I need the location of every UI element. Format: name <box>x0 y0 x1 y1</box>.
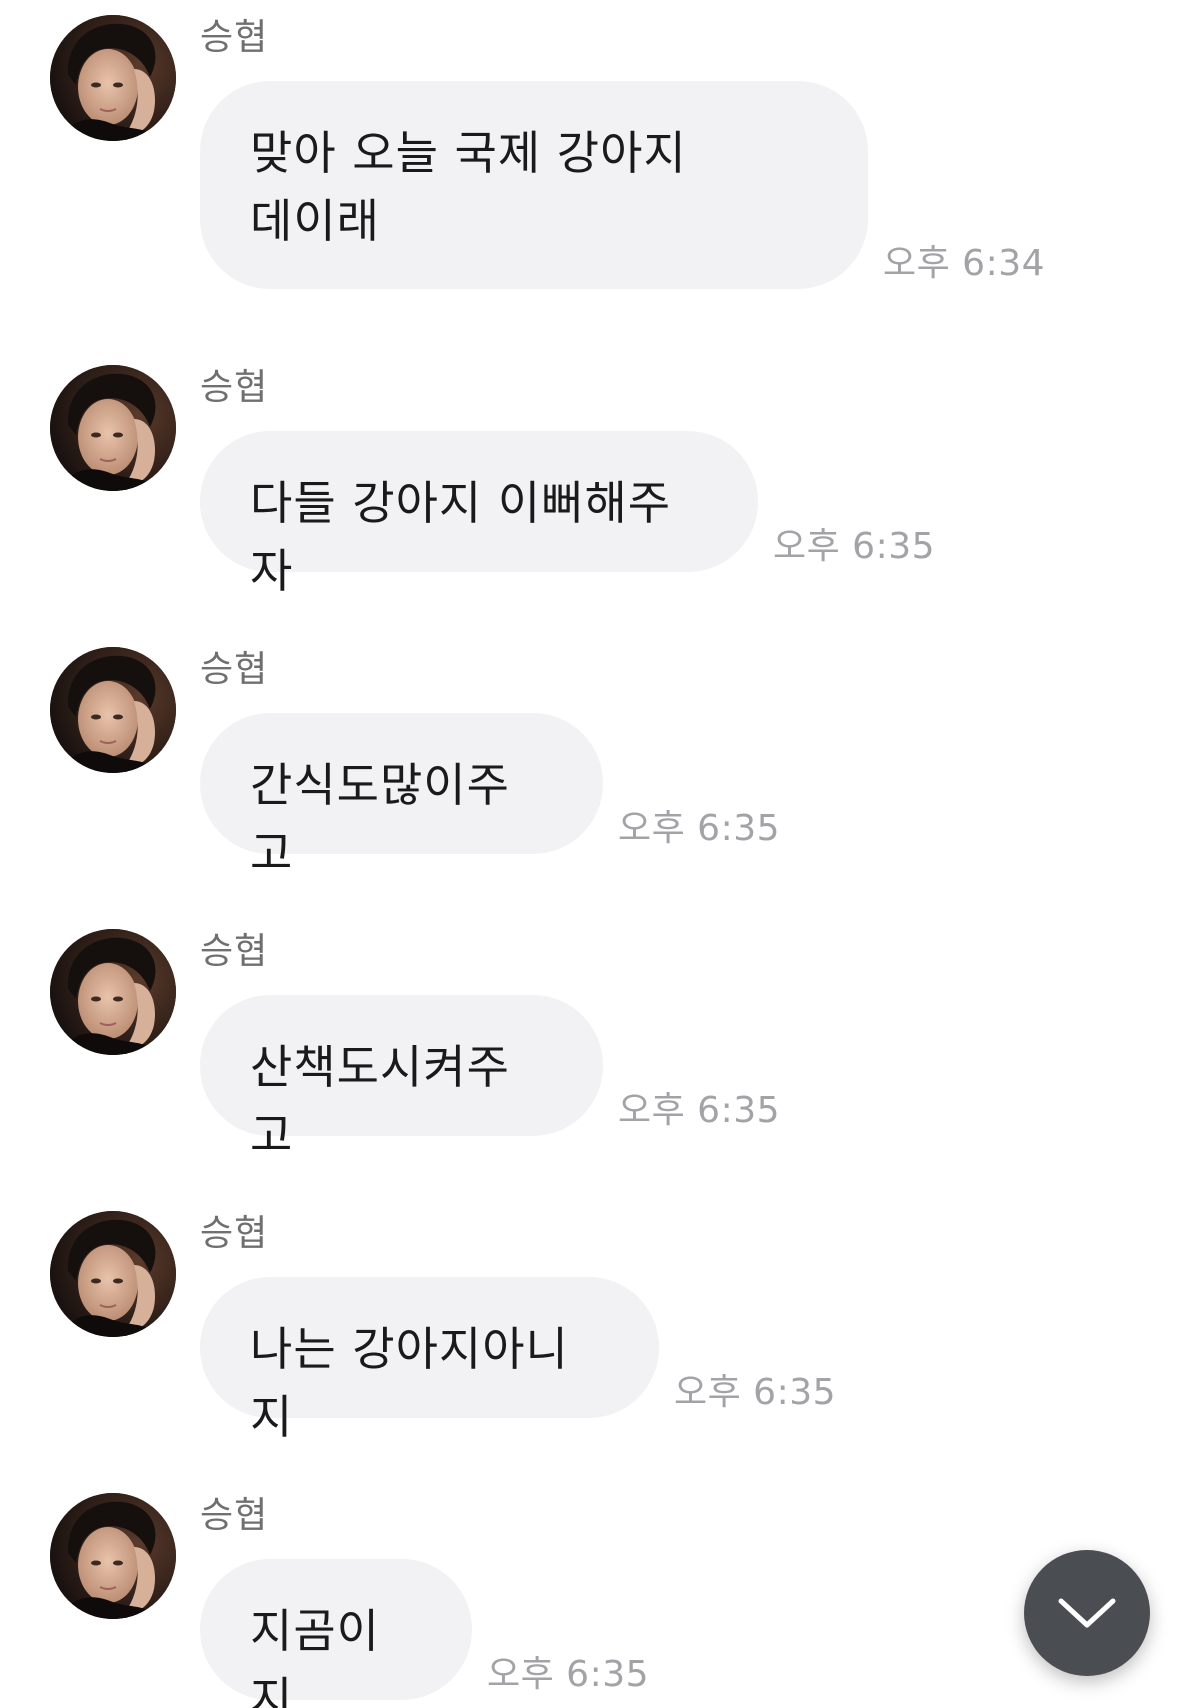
message-text-line: 간식도많이주고 <box>250 758 510 880</box>
avatar[interactable] <box>50 365 176 491</box>
message-bubble[interactable]: 맞아 오늘 국제 강아지 데이래 <box>200 81 868 289</box>
chat-message: 승협 나는 강아지아니지 오후 6:35 <box>0 1196 1200 1444</box>
message-time: 오후 6:35 <box>618 1090 781 1131</box>
avatar[interactable] <box>50 15 176 141</box>
chat-message: 승협 산책도시켜주고 오후 6:35 <box>0 914 1200 1162</box>
message-bubble[interactable]: 산책도시켜주고 <box>200 995 603 1162</box>
message-text-line: 다들 강아지 이뻐해주자 <box>250 476 672 598</box>
chat-message: 승협 맞아 오늘 국제 강아지 데이래 오후 6:34 <box>0 0 1200 300</box>
avatar[interactable] <box>50 929 176 1055</box>
sender-name: 승협 <box>200 367 269 408</box>
avatar[interactable] <box>50 647 176 773</box>
message-time: 오후 6:34 <box>883 243 1046 284</box>
message-text-line: 데이래 <box>250 194 380 248</box>
profile-photo-image <box>50 647 176 773</box>
sender-name: 승협 <box>200 931 269 972</box>
sender-name: 승협 <box>200 1495 269 1536</box>
chevron-down-icon <box>1058 1598 1116 1628</box>
profile-photo-image <box>50 365 176 491</box>
message-text-line: 지곰이지 <box>250 1604 380 1708</box>
chat-message: 승협 다들 강아지 이뻐해주자 오후 6:35 <box>0 350 1200 598</box>
message-text-line: 산책도시켜주고 <box>250 1040 510 1162</box>
avatar[interactable] <box>50 1211 176 1337</box>
message-time: 오후 6:35 <box>773 526 936 567</box>
message-time: 오후 6:35 <box>674 1372 837 1413</box>
chat-message: 승협 지곰이지 오후 6:35 <box>0 1478 1200 1708</box>
avatar[interactable] <box>50 1493 176 1619</box>
sender-name: 승협 <box>200 17 269 58</box>
message-time: 오후 6:35 <box>618 808 781 849</box>
message-time: 오후 6:35 <box>487 1654 650 1695</box>
profile-photo-image <box>50 929 176 1055</box>
message-bubble[interactable]: 지곰이지 <box>200 1559 472 1708</box>
chat-message-list[interactable]: 승협 맞아 오늘 국제 강아지 데이래 오후 6:34 승협 다들 강아지 이뻐… <box>0 0 1200 1708</box>
message-bubble[interactable]: 나는 강아지아니지 <box>200 1277 659 1444</box>
sender-name: 승협 <box>200 649 269 690</box>
sender-name: 승협 <box>200 1213 269 1254</box>
message-bubble[interactable]: 다들 강아지 이뻐해주자 <box>200 431 758 598</box>
chat-message: 승협 간식도많이주고 오후 6:35 <box>0 632 1200 880</box>
profile-photo-image <box>50 1211 176 1337</box>
profile-photo-image <box>50 15 176 141</box>
scroll-to-bottom-button[interactable] <box>1024 1550 1150 1676</box>
message-bubble[interactable]: 간식도많이주고 <box>200 713 603 880</box>
profile-photo-image <box>50 1493 176 1619</box>
message-text-line: 맞아 오늘 국제 강아지 <box>250 126 687 180</box>
message-text-line: 나는 강아지아니지 <box>250 1322 569 1444</box>
